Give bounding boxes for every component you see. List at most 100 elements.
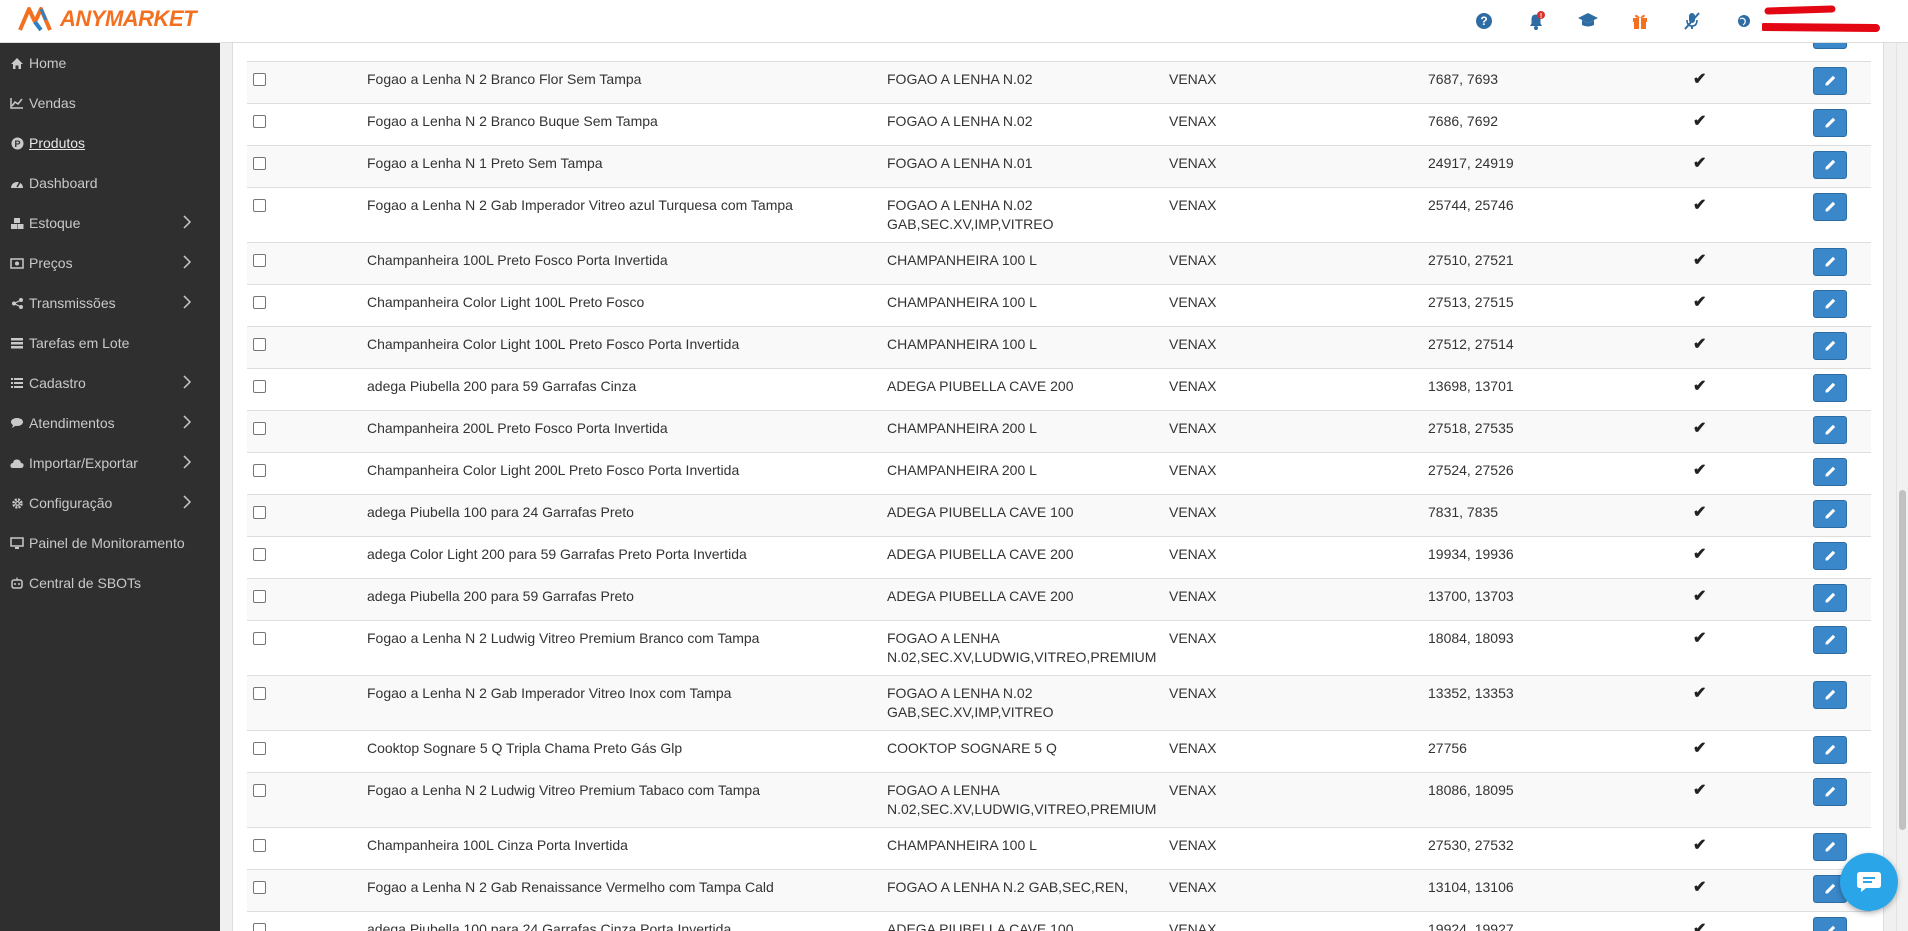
edit-button[interactable] [1813,247,1847,276]
sidebar-item-dashboard[interactable]: Dashboard [0,163,220,203]
row-select-checkbox[interactable] [253,686,266,700]
graduation-cap-icon[interactable] [1574,7,1602,35]
row-select-checkbox[interactable] [253,463,266,477]
edit-button[interactable] [1813,777,1847,806]
active-check-icon: ✔ [1693,70,1707,88]
sidebar-item-home[interactable]: Home [0,43,220,83]
product-name: Cooktop Sognare 5 Q Tripla Chama Preto G… [361,729,881,772]
row-select-checkbox[interactable] [253,922,266,931]
product-brand: VENAX [1163,102,1422,145]
row-select-checkbox[interactable] [253,114,266,128]
product-skus: 27756 [1422,729,1687,772]
pencil-icon [1825,508,1836,519]
sidebar-item-label: Transmissões [29,295,116,311]
row-select-checkbox[interactable] [253,198,266,212]
sidebar-item-transmissoes[interactable]: Transmissões [0,283,220,323]
product-name: Fogao a Lenha N 2 Gab Imperador Vitreo I… [361,674,881,730]
sidebar-item-tarefas-em-lote[interactable]: Tarefas em Lote [0,323,220,363]
row-select-checkbox[interactable] [253,421,266,435]
product-model: FOGAO A LENHA N.2 GAB,SEC,REN, [881,868,1163,911]
sidebar-item-cadastro[interactable]: Cadastro [0,363,220,403]
edit-button[interactable] [1813,625,1847,654]
anymarket-logo[interactable]: ANYMARKET [18,6,197,32]
dashboard-icon [10,176,24,190]
sidebar-item-configuracao[interactable]: Configuração [0,483,220,523]
row-select-checkbox[interactable] [253,589,266,603]
help-icon[interactable]: ? [1470,7,1498,35]
gift-icon[interactable] [1626,7,1654,35]
row-select-checkbox[interactable] [253,783,266,797]
edit-button[interactable] [1813,583,1847,612]
edit-button[interactable] [1813,192,1847,221]
table-row: Fogao a Lenha N 2 Gab Imperador Vitreo I… [247,674,1871,730]
edit-button[interactable] [1813,331,1847,360]
edit-button[interactable] [1813,108,1847,137]
notifications-bell-icon[interactable]: ! [1522,7,1550,35]
monitor-icon [10,536,24,550]
row-select-checkbox[interactable] [253,505,266,519]
row-select-checkbox[interactable] [253,337,266,351]
table-row: adega Piubella 100 para 24 Garrafas Pret… [247,493,1871,536]
product-model: FOGAO A LENHA N.02 GAB,SEC.XV,IMP,VITREO [881,674,1163,730]
globe-icon[interactable] [1730,7,1758,35]
row-select-checkbox[interactable] [253,72,266,86]
edit-button[interactable] [1813,499,1847,528]
edit-button[interactable] [1813,289,1847,318]
edit-button[interactable] [1813,150,1847,179]
edit-button[interactable] [1813,415,1847,444]
active-check-icon: ✔ [1693,196,1707,214]
product-model: CHAMPANHEIRA 200 L [881,409,1163,452]
product-model: ADEGA PIUBELLA CAVE 200 [881,577,1163,620]
row-select-checkbox[interactable] [253,379,266,393]
edit-button[interactable] [1813,541,1847,570]
sidebar-item-central-de-sbots[interactable]: Central de SBOTs [0,563,220,603]
sidebar-item-estoque[interactable]: Estoque [0,203,220,243]
home-icon [10,56,24,70]
sidebar-item-painel-de-monitoramento[interactable]: Painel de Monitoramento [0,523,220,563]
active-check-icon: ✔ [1693,920,1707,931]
sidebar-item-label: Central de SBOTs [29,575,142,591]
edit-button[interactable] [1813,680,1847,709]
pencil-icon [1825,298,1836,309]
row-select-checkbox[interactable] [253,547,266,561]
brand-name: ANYMARKET [60,6,197,31]
microphone-off-icon[interactable] [1678,7,1706,35]
chat-widget-button[interactable] [1840,853,1898,911]
edit-button[interactable] [1813,43,1847,49]
row-select-checkbox[interactable] [253,156,266,170]
edit-button[interactable] [1813,373,1847,402]
table-row: adega Piubella 100 para 24 Garrafas Cinz… [247,910,1871,931]
edit-button[interactable] [1813,457,1847,486]
product-brand: VENAX [1163,325,1422,368]
row-select-checkbox[interactable] [253,838,266,852]
row-select-checkbox[interactable] [253,631,266,645]
chevron-right-icon [183,215,192,229]
product-skus: 27512, 27514 [1422,325,1687,368]
sidebar-item-produtos[interactable]: P Produtos [0,123,220,163]
table-row: Champanheira 100L Preto Fosco Porta Inve… [247,241,1871,284]
vertical-scrollbar[interactable] [1896,43,1908,931]
product-brand: VENAX [1163,910,1422,931]
edit-button[interactable] [1813,66,1847,95]
edit-button[interactable] [1813,735,1847,764]
tasks-icon [10,336,24,350]
sidebar-item-vendas[interactable]: Vendas [0,83,220,123]
product-name: Fogao a Lenha N 2 Ludwig Vitreo Premium … [361,771,881,827]
pencil-icon [1825,786,1836,797]
row-select-checkbox[interactable] [253,880,266,894]
row-select-checkbox[interactable] [253,253,266,267]
product-skus: 13700, 13703 [1422,577,1687,620]
sidebar-item-precos[interactable]: Preços [0,243,220,283]
scrollbar-thumb[interactable] [1899,490,1906,830]
row-select-checkbox[interactable] [253,741,266,755]
row-select-checkbox[interactable] [253,295,266,309]
pencil-icon [1825,689,1836,700]
sidebar-item-importar-exportar[interactable]: Importar/Exportar [0,443,220,483]
product-model: ADEGA PIUBELLA CAVE 100 [881,493,1163,536]
pencil-icon [1825,883,1836,894]
sidebar-item-atendimentos[interactable]: Atendimentos [0,403,220,443]
edit-button[interactable] [1813,832,1847,861]
pencil-icon [1825,75,1836,86]
edit-button[interactable] [1813,916,1847,931]
pencil-icon [1825,466,1836,477]
